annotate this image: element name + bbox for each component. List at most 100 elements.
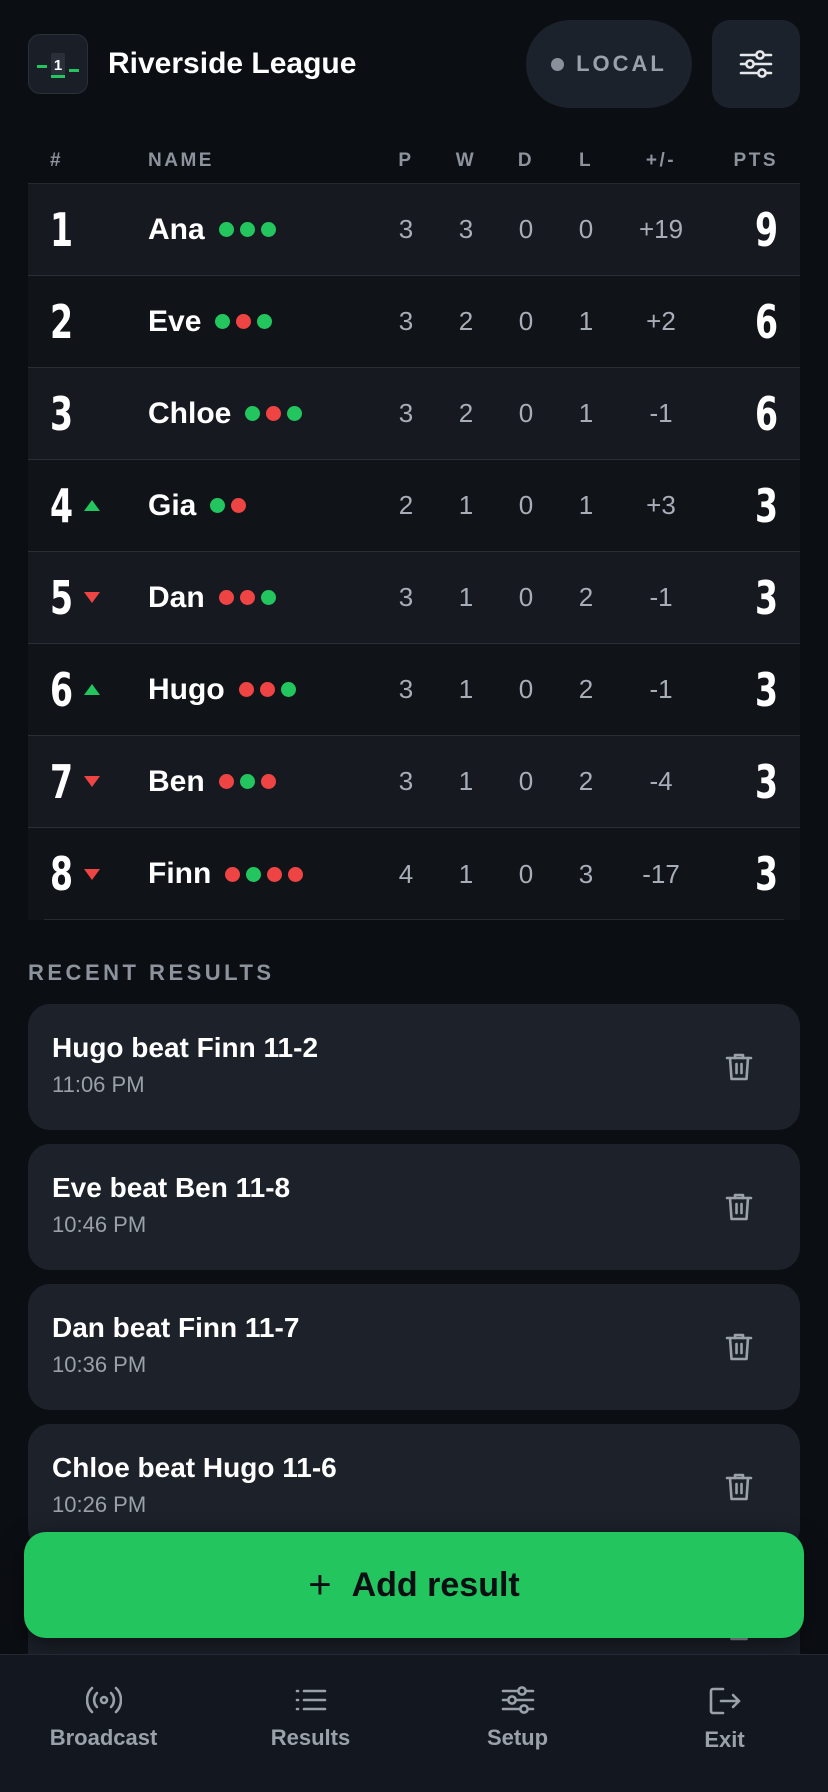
broadcast-icon: [85, 1686, 122, 1714]
table-row[interactable]: 5 Dan 3 1 0 2 -1 3: [28, 552, 800, 644]
form-win-dot: [260, 222, 276, 237]
trash-icon[interactable]: [724, 1331, 754, 1363]
wins-cell: 1: [458, 858, 474, 889]
points-cell: 6: [706, 295, 800, 349]
points-value: 6: [754, 386, 778, 441]
trash-icon[interactable]: [724, 1051, 754, 1083]
table-row[interactable]: 8 Finn 4 1 0 3 -17 3: [28, 828, 800, 920]
points-value: 3: [754, 847, 778, 901]
trend-down-icon: [84, 592, 100, 603]
form-dots: [218, 590, 276, 605]
form-win-dot: [260, 590, 276, 605]
form-loss-dot: [225, 866, 241, 882]
form-dots: [218, 774, 276, 789]
draws-cell: 0: [518, 582, 534, 612]
nav-broadcast[interactable]: Broadcast: [0, 1655, 207, 1792]
status-dot-icon: [551, 57, 565, 71]
form-win-dot: [257, 314, 273, 329]
result-time: 10:46 PM: [52, 1212, 147, 1237]
rank-cell: 3: [28, 387, 148, 441]
name-cell: Chloe: [148, 397, 376, 431]
nav-setup[interactable]: Setup: [414, 1655, 621, 1792]
losses-cell: 3: [578, 858, 594, 889]
rank-number: 4: [50, 478, 74, 533]
losses-cell: 2: [578, 674, 594, 704]
draws-cell: 0: [518, 398, 534, 428]
bottom-nav: Broadcast Results Setup Exit: [0, 1654, 828, 1792]
played-cell: 3: [398, 398, 414, 428]
form-loss-dot: [267, 866, 283, 882]
form-dots: [210, 498, 247, 513]
settings-button[interactable]: [712, 20, 800, 108]
points-value: 6: [754, 294, 778, 349]
col-points-header: PTS: [733, 149, 778, 171]
recent-results-title: RECENT RESULTS: [28, 960, 275, 985]
add-result-label: Add result: [351, 1565, 520, 1604]
points-cell: 3: [706, 847, 800, 901]
trash-icon[interactable]: [724, 1191, 754, 1223]
losses-cell: 1: [578, 398, 594, 428]
nav-exit[interactable]: Exit: [621, 1655, 828, 1792]
result-text: Dan beat Finn 11-7: [52, 1312, 300, 1343]
table-row[interactable]: 7 Ben 3 1 0 2 -4 3: [28, 736, 800, 828]
table-row[interactable]: 1 Ana 3 3 0 0 +19 9: [28, 184, 800, 276]
result-text: Hugo beat Finn 11-2: [52, 1032, 319, 1063]
player-name: Chloe: [148, 396, 232, 430]
rank-number: 8: [50, 847, 74, 901]
draws-cell: 0: [518, 858, 534, 889]
result-card[interactable]: Hugo beat Finn 11-2 11:06 PM: [28, 1004, 800, 1130]
played-cell: 2: [398, 490, 414, 520]
losses-cell: 2: [578, 766, 594, 796]
mode-label: LOCAL: [576, 51, 667, 76]
player-name: Hugo: [148, 672, 225, 706]
player-name: Dan: [148, 580, 205, 614]
table-row[interactable]: 2 Eve 3 2 0 1 +2 6: [28, 276, 800, 368]
result-card[interactable]: Eve beat Ben 11-8 10:46 PM: [28, 1144, 800, 1270]
played-cell: 3: [398, 674, 414, 704]
points-cell: 3: [706, 755, 800, 809]
nav-results[interactable]: Results: [207, 1655, 414, 1792]
wins-cell: 3: [458, 214, 474, 244]
played-cell: 3: [398, 582, 414, 612]
table-row[interactable]: 6 Hugo 3 1 0 2 -1 3: [28, 644, 800, 736]
wins-cell: 1: [458, 674, 474, 704]
draws-cell: 0: [518, 490, 534, 520]
points-value: 3: [754, 570, 778, 625]
col-draws-header: D: [517, 149, 535, 171]
table-row[interactable]: 4 Gia 2 1 0 1 +3 3: [28, 460, 800, 552]
rank-number: 3: [50, 386, 74, 441]
form-loss-dot: [288, 866, 304, 882]
result-card[interactable]: Dan beat Finn 11-7 10:36 PM: [28, 1284, 800, 1410]
rank-number: 7: [50, 754, 74, 809]
name-cell: Dan: [148, 581, 376, 615]
result-time: 10:36 PM: [52, 1352, 147, 1377]
form-loss-dot: [259, 682, 275, 697]
form-win-dot: [239, 774, 255, 789]
trash-icon[interactable]: [724, 1471, 754, 1503]
table-row[interactable]: 3 Chloe 3 2 0 1 -1 6: [28, 368, 800, 460]
form-win-dot: [245, 406, 261, 421]
draws-cell: 0: [518, 306, 534, 336]
add-result-button[interactable]: + Add result: [24, 1532, 804, 1638]
nav-setup-label: Setup: [486, 1725, 549, 1750]
diff-cell: +2: [646, 306, 676, 336]
diff-cell: -1: [649, 398, 673, 428]
form-loss-dot: [239, 590, 255, 605]
trend-up-icon: [84, 684, 100, 695]
points-cell: 3: [706, 479, 800, 533]
trend-down-icon: [84, 868, 100, 880]
draws-cell: 0: [518, 766, 534, 796]
form-dots: [245, 406, 303, 421]
form-loss-dot: [238, 682, 254, 697]
form-loss-dot: [218, 774, 234, 789]
app-title: Riverside League: [108, 47, 357, 80]
form-win-dot: [239, 222, 255, 237]
points-cell: 9: [706, 203, 800, 257]
diff-cell: -4: [649, 766, 673, 796]
draws-cell: 0: [518, 214, 534, 244]
losses-cell: 1: [578, 490, 594, 520]
mode-badge[interactable]: LOCAL: [526, 20, 692, 108]
played-cell: 4: [398, 858, 414, 889]
form-win-dot: [280, 682, 296, 697]
result-text: Chloe beat Hugo 11-6: [52, 1452, 337, 1483]
